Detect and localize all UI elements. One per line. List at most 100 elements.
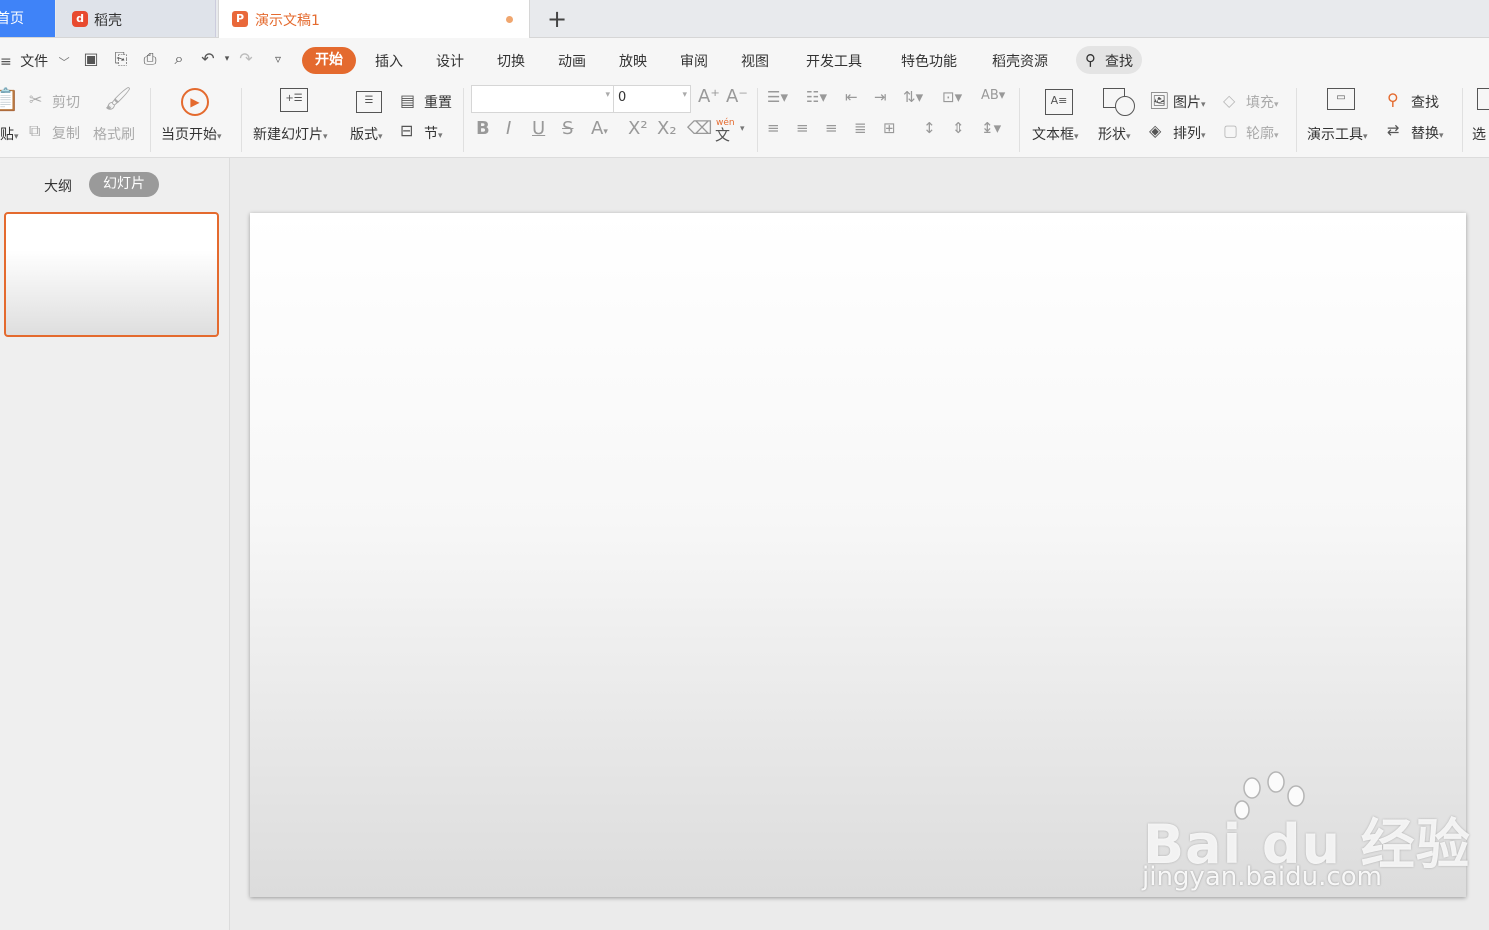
tab-home-label: 首页 — [0, 11, 24, 27]
select-pane-icon[interactable] — [1477, 88, 1489, 110]
presentation-tools-button[interactable]: 演示工具▾ — [1307, 124, 1368, 144]
play-from-current-icon[interactable]: ▶ — [181, 88, 209, 116]
tab-home[interactable]: 首页 — [0, 0, 55, 37]
picture-icon[interactable]: 🖼 — [1149, 91, 1169, 110]
menu-tab-slideshow[interactable]: 放映 — [619, 51, 647, 71]
line-spacing-icon[interactable]: ↕ — [923, 119, 936, 137]
undo-icon[interactable]: ↶ — [199, 50, 217, 68]
arrange-label: 排列 — [1173, 126, 1201, 142]
picture-button[interactable]: 图片▾ — [1173, 92, 1206, 112]
menu-tab-insert[interactable]: 插入 — [375, 51, 403, 71]
section-icon[interactable]: ⊟ — [400, 121, 413, 140]
menu-tab-transition[interactable]: 切换 — [497, 51, 525, 71]
layout-dropdown-icon: ▾ — [378, 132, 383, 142]
layout-button[interactable]: 版式▾ — [350, 124, 383, 144]
increase-indent-icon[interactable]: ⇥ — [874, 88, 887, 106]
replace-button[interactable]: 替换▾ — [1411, 123, 1444, 143]
clear-format-icon[interactable]: ⌫ — [687, 118, 712, 139]
textbox-icon[interactable]: A≡ — [1045, 89, 1073, 115]
new-slide-button[interactable]: 新建幻灯片▾ — [253, 124, 328, 144]
undo-dropdown-icon[interactable]: ▾ — [218, 50, 236, 68]
textbox-button[interactable]: 文本框▾ — [1032, 124, 1079, 144]
section-button[interactable]: 节▾ — [424, 123, 443, 143]
arrange-icon[interactable]: ◈ — [1149, 121, 1161, 140]
chevron-down-icon: ﹀ — [58, 56, 70, 69]
copy-icon: ⧉ — [29, 121, 41, 140]
menu-tab-docer-resources[interactable]: 稻壳资源 — [992, 51, 1048, 71]
watermark-url: jingyan.baidu.com — [1142, 862, 1382, 892]
customize-toolbar-icon[interactable]: ▿ — [269, 50, 287, 68]
font-name-dropdown-icon[interactable]: ▾ — [605, 90, 610, 100]
menu-tab-developer[interactable]: 开发工具 — [806, 51, 862, 71]
start-from-current-button[interactable]: 当页开始▾ — [161, 124, 222, 144]
save-icon[interactable]: ▣ — [82, 50, 100, 68]
align-text-icon[interactable]: ⊡▾ — [942, 88, 962, 106]
subscript-icon[interactable]: X₂ — [657, 118, 677, 139]
new-tab-button[interactable]: + — [544, 6, 570, 32]
shape-circle-icon[interactable] — [1115, 96, 1135, 116]
paste-button[interactable]: 贴▾ — [0, 124, 19, 144]
ribbon-separator — [1462, 88, 1463, 152]
increase-font-icon[interactable]: A⁺ — [698, 86, 720, 107]
find-button[interactable]: 查找 — [1411, 92, 1439, 112]
font-name-box[interactable]: ▾ — [471, 85, 614, 113]
paste-icon[interactable]: 📋 — [0, 88, 19, 113]
convert-smartart-icon[interactable]: AB▾ — [981, 88, 1005, 103]
arrange-dropdown-icon: ▾ — [1201, 131, 1206, 141]
menu-tab-start[interactable]: 开始 — [302, 47, 356, 74]
distribute-icon[interactable]: ⊞ — [883, 119, 896, 137]
layout-icon[interactable]: ☰ — [356, 91, 382, 113]
print-preview-icon[interactable]: ⌕ — [170, 50, 188, 68]
superscript-icon[interactable]: X² — [628, 118, 648, 139]
reset-button[interactable]: 重置 — [424, 92, 452, 112]
new-slide-icon[interactable]: +☰ — [280, 88, 308, 112]
underline-icon[interactable]: U — [532, 118, 545, 139]
redo-icon: ↷ — [239, 49, 253, 68]
slide-thumbnail[interactable] — [4, 212, 219, 337]
export-pdf-icon[interactable]: ⎘ — [112, 50, 130, 68]
replace-icon[interactable]: ⇄ — [1387, 121, 1400, 139]
paragraph-spacing-icon[interactable]: ⇕ — [952, 119, 965, 137]
text-direction-icon[interactable]: ⇅▾ — [903, 88, 923, 106]
menu-tab-review[interactable]: 审阅 — [680, 51, 708, 71]
tab-slides[interactable]: 幻灯片 — [89, 172, 159, 197]
bullet-list-icon[interactable]: ☰▾ — [767, 88, 788, 106]
search-button[interactable]: ⚲ 查找 — [1076, 46, 1142, 74]
tab-docer[interactable]: d 稻壳 — [56, 0, 216, 37]
spacing-dropdown-icon[interactable]: ↨▾ — [981, 119, 1001, 137]
italic-icon[interactable]: I — [506, 118, 511, 139]
menu-tab-view[interactable]: 视图 — [741, 51, 769, 71]
tab-document[interactable]: P 演示文稿1 — [218, 0, 530, 38]
numbered-list-icon[interactable]: ☷▾ — [806, 88, 827, 106]
font-size-dropdown-icon[interactable]: ▾ — [682, 90, 687, 100]
shape-button[interactable]: 形状▾ — [1098, 124, 1131, 144]
menu-tab-design[interactable]: 设计 — [436, 51, 464, 71]
tab-outline[interactable]: 大纲 — [44, 176, 72, 196]
font-color-icon[interactable]: A▾ — [591, 118, 608, 139]
format-painter-button: 格式刷 — [93, 127, 135, 143]
replace-label: 替换 — [1411, 126, 1439, 142]
shape-label: 形状 — [1098, 127, 1126, 143]
menu-tab-special[interactable]: 特色功能 — [901, 51, 957, 71]
strikethrough-icon[interactable]: S — [562, 118, 573, 139]
decrease-indent-icon[interactable]: ⇤ — [845, 88, 858, 106]
fill-icon: ◇ — [1223, 91, 1236, 110]
arrange-button[interactable]: 排列▾ — [1173, 123, 1206, 143]
reset-icon[interactable]: ▤ — [400, 91, 415, 110]
font-size-value: 0 — [618, 90, 627, 105]
align-left-icon[interactable]: ≡ — [767, 119, 780, 137]
justify-icon[interactable]: ≣ — [854, 119, 867, 137]
decrease-font-icon[interactable]: A⁻ — [726, 86, 748, 107]
menu-tab-animation[interactable]: 动画 — [558, 51, 586, 71]
bold-icon[interactable]: B — [476, 118, 490, 139]
presentation-file-icon: P — [232, 11, 248, 27]
print-icon[interactable]: ⎙ — [141, 50, 159, 68]
presentation-tools-icon[interactable]: ▭ — [1327, 88, 1355, 110]
font-size-box[interactable]: 0 ▾ — [613, 85, 691, 113]
find-icon[interactable]: ⚲ — [1387, 90, 1399, 109]
select-button[interactable]: 选 — [1472, 124, 1486, 144]
file-menu[interactable]: ≡ 文件 ﹀ — [0, 51, 70, 71]
replace-dropdown-icon: ▾ — [1439, 131, 1444, 141]
align-center-icon[interactable]: ≡ — [796, 119, 809, 137]
align-right-icon[interactable]: ≡ — [825, 119, 838, 137]
